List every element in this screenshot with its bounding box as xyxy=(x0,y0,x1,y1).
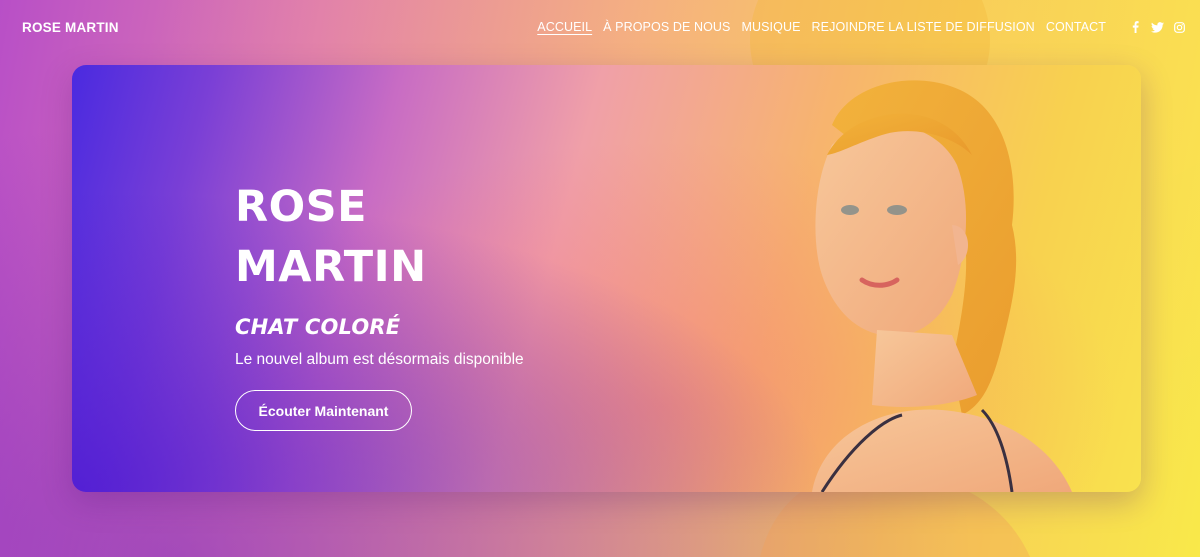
nav-item-a-propos[interactable]: À PROPOS DE NOUS xyxy=(603,20,730,34)
artist-name-line2: MARTIN xyxy=(235,242,427,292)
album-subtitle: Le nouvel album est désormais disponible xyxy=(235,351,524,368)
artist-name: ROSE MARTIN xyxy=(235,177,524,297)
twitter-icon[interactable] xyxy=(1150,20,1164,34)
artist-portrait-image xyxy=(812,80,1072,492)
listen-now-button[interactable]: Écouter Maintenant xyxy=(235,390,412,431)
artist-name-line1: ROSE xyxy=(235,182,368,232)
nav-item-contact[interactable]: CONTACT xyxy=(1046,20,1106,34)
facebook-icon[interactable] xyxy=(1128,20,1142,34)
social-links xyxy=(1120,20,1186,34)
site-logo[interactable]: ROSE MARTIN xyxy=(22,20,119,35)
main-nav: ACCUEIL À PROPOS DE NOUS MUSIQUE REJOIND… xyxy=(526,20,1186,34)
instagram-icon[interactable] xyxy=(1172,20,1186,34)
nav-item-accueil[interactable]: ACCUEIL xyxy=(537,20,592,34)
site-header: ROSE MARTIN ACCUEIL À PROPOS DE NOUS MUS… xyxy=(0,0,1200,54)
hero-content: ROSE MARTIN CHAT COLORÉ Le nouvel album … xyxy=(235,177,524,431)
nav-item-musique[interactable]: MUSIQUE xyxy=(741,20,800,34)
hero-card: ROSE MARTIN CHAT COLORÉ Le nouvel album … xyxy=(72,65,1141,492)
album-title: CHAT COLORÉ xyxy=(235,315,401,339)
nav-item-liste-diffusion[interactable]: REJOINDRE LA LISTE DE DIFFUSION xyxy=(812,20,1035,34)
